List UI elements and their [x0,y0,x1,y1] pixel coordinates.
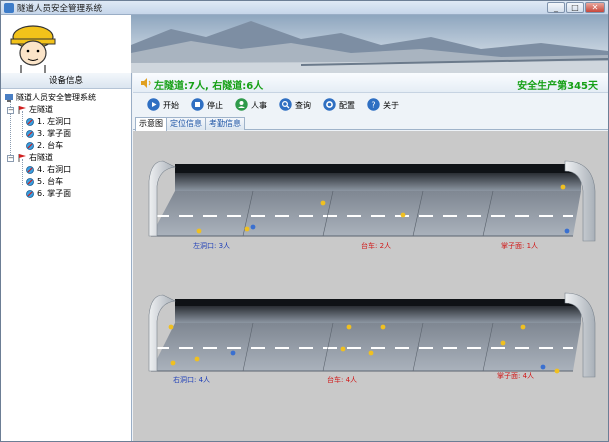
config-button[interactable]: 配置 [323,97,359,113]
start-button[interactable]: 开始 [147,97,183,113]
right-face-count: 掌子面: 4人 [497,372,535,380]
device-icon [26,166,34,174]
avatar [1,15,131,73]
app-window: 隧道人员安全管理系统 _ □ ✕ 设备信息 隧道人员安全管理系统 − 左隧道 1… [0,0,609,442]
close-button[interactable]: ✕ [585,2,605,13]
personnel-button[interactable]: 人事 [235,97,271,113]
sidebar-header: 设备信息 [1,73,131,89]
main-panel: 左隧道:7人, 右隧道:6人 安全生产第345天 开始 停止 人事 查询 配置 … [133,73,608,441]
tree-item-left-entrance[interactable]: 1. 左洞口 [1,116,131,128]
header-banner [1,15,608,73]
safety-days-counter: 安全生产第345天 [517,81,598,92]
device-icon [26,190,34,198]
left-tunnel [148,160,596,242]
window-title: 隧道人员安全管理系统 [17,4,103,14]
minimize-button[interactable]: _ [547,2,565,13]
tunnel-diagram: 左洞口: 3人 台车: 2人 掌子面: 1人 右洞口: 4人 台车: 4人 掌子… [133,131,608,441]
right-entrance-count: 右洞口: 4人 [173,376,211,384]
worker-helmet-icon [10,25,56,73]
query-button[interactable]: 查询 [279,97,315,113]
left-trolley-count: 台车: 2人 [361,242,392,250]
app-icon [4,3,14,13]
tree-root[interactable]: 隧道人员安全管理系统 [1,92,131,104]
tree-item-left-trolley[interactable]: 2. 台车 [1,140,131,152]
collapse-toggle[interactable]: − [7,155,14,162]
play-icon [147,98,160,111]
left-face-count: 掌子面: 1人 [501,242,539,250]
device-icon [26,142,34,150]
device-tree: 隧道人员安全管理系统 − 左隧道 1. 左洞口 3. 掌子面 2. 台车 − 右… [1,89,131,200]
stop-button[interactable]: 停止 [191,97,227,113]
tree-group-right-tunnel[interactable]: − 右隧道 [1,152,131,164]
status-bar: 左隧道:7人, 右隧道:6人 安全生产第345天 [133,73,608,93]
flag-icon [18,106,26,114]
tab-attendance[interactable]: 考勤信息 [205,117,245,130]
tab-location[interactable]: 定位信息 [166,117,206,130]
stop-icon [191,98,204,111]
tab-diagram[interactable]: 示意图 [135,117,167,131]
device-icon [26,130,34,138]
device-icon [26,118,34,126]
speaker-icon [141,78,151,88]
title-bar: 隧道人员安全管理系统 _ □ ✕ [1,1,608,15]
tree-item-left-face[interactable]: 3. 掌子面 [1,128,131,140]
maximize-button[interactable]: □ [566,2,584,13]
tunnel-headcount: 左隧道:7人, 右隧道:6人 [154,81,264,92]
device-icon [26,178,34,186]
left-entrance-count: 左洞口: 3人 [193,242,231,250]
svg-text:?: ? [371,101,375,110]
help-icon: ? [367,98,380,111]
users-icon [235,98,248,111]
gear-icon [323,98,336,111]
computer-icon [5,94,13,102]
collapse-toggle[interactable]: − [7,107,14,114]
flag-icon [18,154,26,162]
tunnel-diagram-svg [148,160,596,378]
search-icon [279,98,292,111]
about-button[interactable]: ? 关于 [367,97,403,113]
view-tabs: 示意图 定位信息 考勤信息 [133,116,608,131]
right-trolley-count: 台车: 4人 [327,376,358,384]
tree-group-left-tunnel[interactable]: − 左隧道 [1,104,131,116]
toolbar: 开始 停止 人事 查询 配置 ? 关于 [133,94,608,116]
tree-item-right-trolley[interactable]: 5. 台车 [1,176,131,188]
right-tunnel [148,292,596,378]
device-sidebar: 设备信息 隧道人员安全管理系统 − 左隧道 1. 左洞口 3. 掌子面 2. 台… [1,73,132,441]
tree-item-right-entrance[interactable]: 4. 右洞口 [1,164,131,176]
tree-item-right-face[interactable]: 6. 掌子面 [1,188,131,200]
